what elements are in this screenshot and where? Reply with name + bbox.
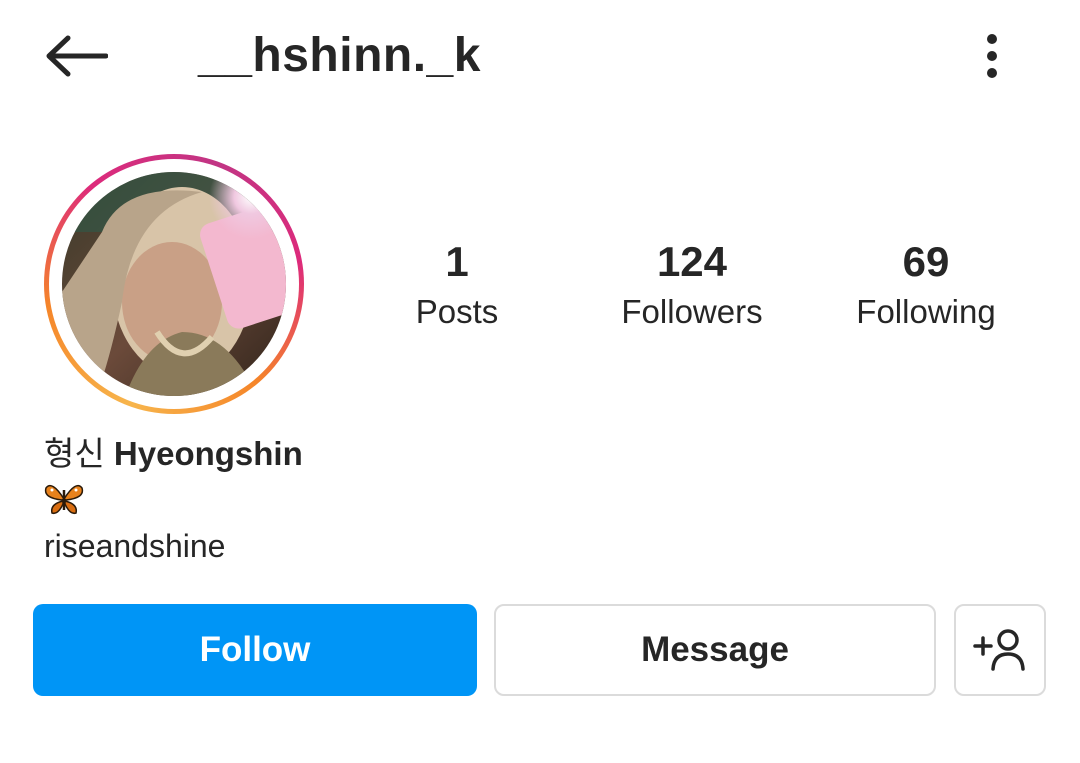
message-button[interactable]: Message bbox=[494, 604, 936, 696]
posts-count[interactable]: 1 Posts bbox=[357, 236, 557, 332]
more-options-button[interactable] bbox=[966, 26, 1018, 86]
following-count-label: Following bbox=[856, 293, 996, 330]
display-name-english: Hyeongshin bbox=[113, 435, 303, 472]
posts-count-label: Posts bbox=[415, 293, 499, 330]
following-count-value: 69 bbox=[902, 238, 950, 285]
arrow-left-icon bbox=[46, 35, 108, 77]
butterfly-icon bbox=[44, 482, 303, 522]
profile-bio: 형신 Hyeongshin riseandshine bbox=[44, 432, 303, 568]
display-name-korean: 형신 bbox=[44, 435, 105, 472]
top-bar: __hshinn._k bbox=[0, 0, 1080, 115]
add-person-icon bbox=[973, 629, 1025, 671]
avatar bbox=[62, 172, 286, 396]
profile-username: __hshinn._k bbox=[198, 29, 481, 82]
followers-count[interactable]: 124 Followers bbox=[592, 236, 792, 332]
posts-count-value: 1 bbox=[445, 238, 469, 285]
display-name: 형신 Hyeongshin bbox=[44, 432, 303, 476]
followers-count-value: 124 bbox=[656, 238, 728, 285]
following-count[interactable]: 69 Following bbox=[826, 236, 1026, 332]
avatar-story-ring[interactable] bbox=[44, 154, 304, 414]
back-button[interactable] bbox=[40, 26, 112, 86]
followers-count-label: Followers bbox=[621, 293, 763, 330]
follow-button[interactable]: Follow bbox=[33, 604, 477, 696]
bio-text: riseandshine bbox=[44, 528, 226, 564]
more-vertical-icon bbox=[987, 34, 997, 78]
suggested-users-button[interactable] bbox=[954, 604, 1046, 696]
